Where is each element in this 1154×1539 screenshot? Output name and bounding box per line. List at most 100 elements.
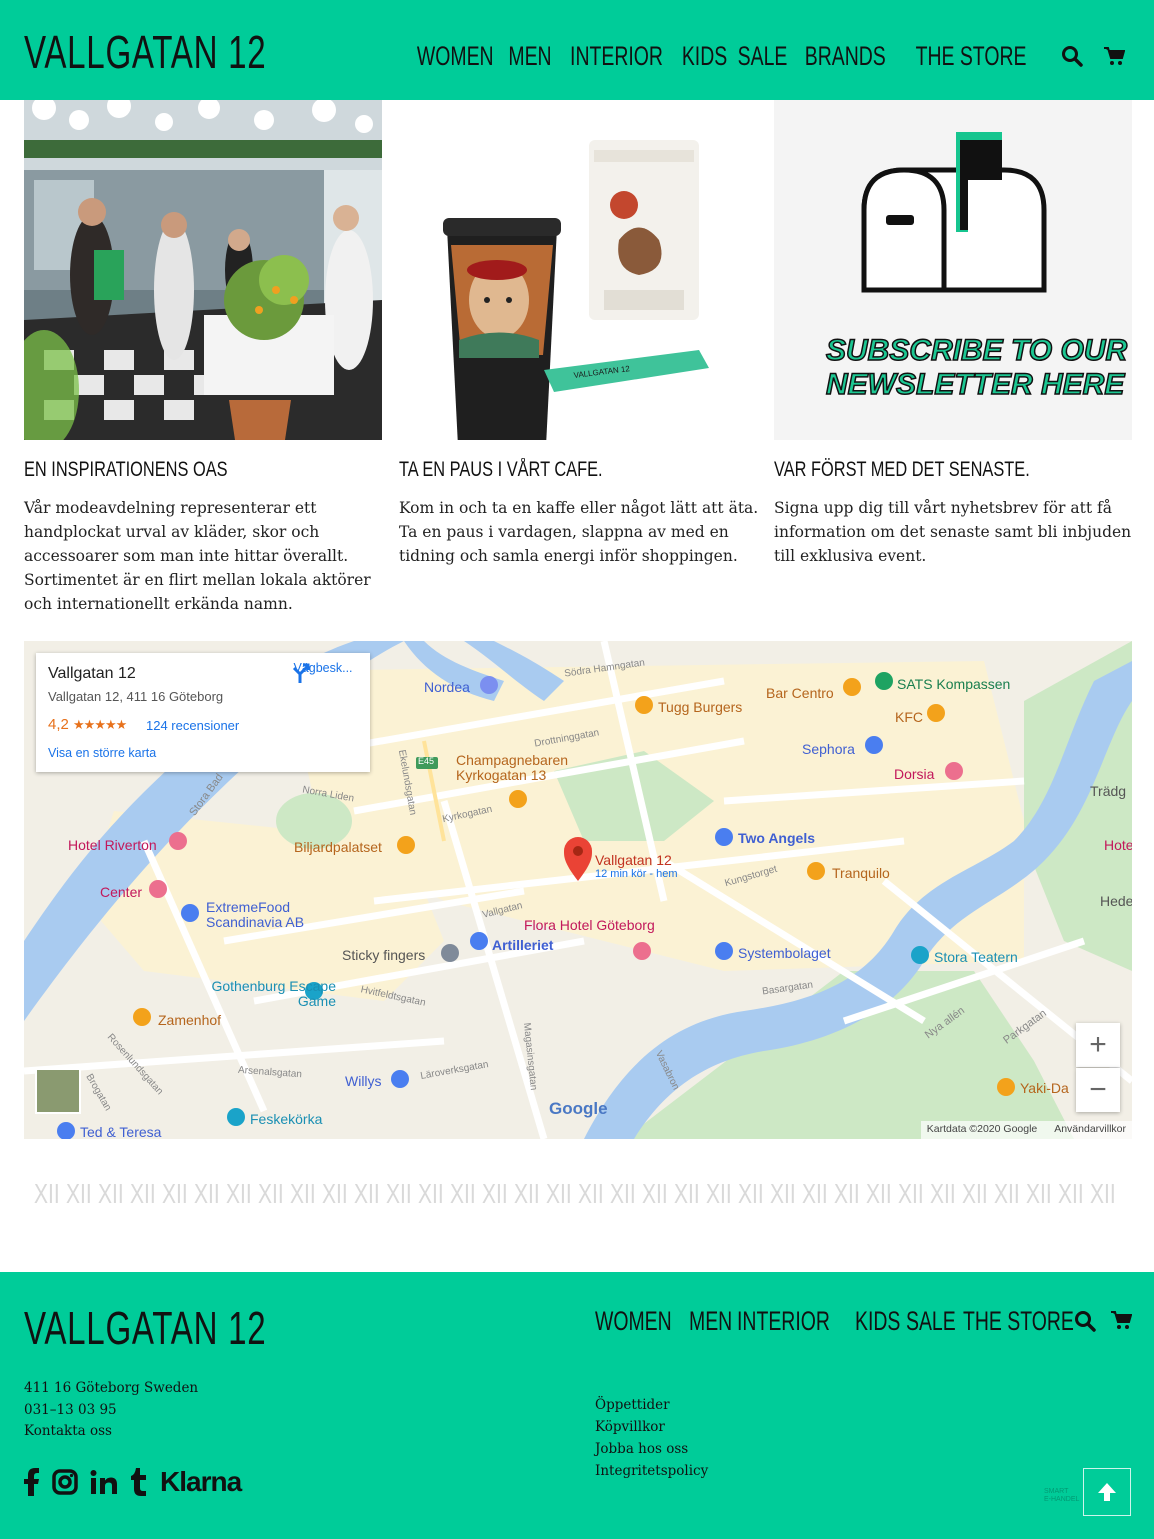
xii-mark: XII (418, 1178, 444, 1209)
cafe-coffee-image[interactable]: VALLGATAN 12 (399, 100, 757, 440)
map-label[interactable]: Hotel Riverton (68, 837, 157, 853)
nav-women[interactable]: WOMEN (417, 41, 494, 72)
footer-link-opening-hours[interactable]: Öppettider (595, 1394, 708, 1416)
map-label[interactable]: Sticky fingers (342, 947, 425, 963)
map-label[interactable]: Tranquilo (832, 865, 890, 881)
xii-mark: XII (450, 1178, 476, 1209)
footer-phone[interactable]: 031–13 03 95 (24, 1400, 198, 1422)
cart-icon[interactable] (1096, 38, 1132, 74)
map-label[interactable]: Yaki-Da (1020, 1080, 1069, 1096)
map-label[interactable]: Zamenhof (158, 1012, 221, 1028)
search-icon[interactable] (1054, 38, 1090, 74)
xii-mark: XII (962, 1178, 988, 1209)
xii-mark: XII (546, 1178, 572, 1209)
linkedin-icon[interactable] (90, 1469, 118, 1495)
xii-mark: XII (706, 1178, 732, 1209)
map-label[interactable]: Champagnebaren Kyrkogatan 13 (456, 753, 586, 783)
nav-men[interactable]: MEN (509, 41, 552, 72)
reviews-link[interactable]: 124 recensioner (146, 718, 239, 733)
map-label[interactable]: Gothenburg Escape Game (206, 979, 336, 1009)
map-label[interactable]: Sephora (802, 741, 855, 757)
xii-mark: XII (642, 1178, 668, 1209)
card-title-cafe: TA EN PAUS I VÅRT CAFE. (399, 458, 603, 481)
xii-mark: XII (834, 1178, 860, 1209)
xii-pattern: XII XII XII XII XII XII XII XII XII XII XII XII XII X… (34, 1178, 1124, 1214)
route-shield: E45 (418, 756, 435, 766)
site-logo[interactable]: VALLGATAN 12 (24, 28, 266, 76)
instagram-icon[interactable] (52, 1469, 78, 1495)
map-label[interactable]: Biljardpalatset (294, 839, 382, 855)
map-terms-link[interactable]: Användarvillkor (1054, 1123, 1126, 1135)
footer-nav-men[interactable]: MEN (689, 1306, 732, 1337)
map-label[interactable]: Tugg Burgers (658, 699, 742, 715)
map-label: Hote (1104, 837, 1132, 853)
footer-nav-interior[interactable]: INTERIOR (737, 1306, 830, 1337)
directions-button[interactable]: Vägbesk... (288, 661, 358, 683)
xii-mark: XII (1090, 1178, 1116, 1209)
zoom-out-button[interactable]: − (1076, 1068, 1120, 1112)
map-label[interactable]: Artilleriet (492, 937, 553, 953)
xii-mark: XII (578, 1178, 604, 1209)
arrow-up-icon (1098, 1483, 1116, 1501)
map-data-credit: Kartdata ©2020 Google (926, 1123, 1038, 1135)
map-label[interactable]: Center (100, 884, 142, 900)
social-links: Klarna (24, 1466, 242, 1498)
map-label[interactable]: Willys (345, 1073, 382, 1089)
footer-address-line: 411 16 Göteborg Sweden (24, 1380, 199, 1396)
map-label[interactable]: Bar Centro (766, 685, 834, 701)
xii-mark: XII (162, 1178, 188, 1209)
place-title: Vallgatan 12 (48, 665, 136, 682)
xii-mark: XII (898, 1178, 924, 1209)
google-map[interactable]: Vallgatan 12 Vallgatan 12, 411 16 Götebo… (24, 641, 1132, 1139)
cart-icon[interactable] (1110, 1310, 1133, 1336)
xii-mark: XII (194, 1178, 220, 1209)
xii-mark: XII (322, 1178, 348, 1209)
card-text-cafe: Kom in och ta en kaffe eller något lätt … (399, 499, 759, 565)
pin-label[interactable]: Vallgatan 12 (595, 852, 672, 868)
footer-link-privacy[interactable]: Integritetspolicy (595, 1460, 708, 1482)
map-label[interactable]: Feskekörka (250, 1111, 322, 1127)
card-title-newsletter: VAR FÖRST MED DET SENASTE. (774, 458, 1030, 481)
footer-link-jobs[interactable]: Jobba hos oss (595, 1438, 708, 1460)
tumblr-icon[interactable] (130, 1468, 148, 1496)
footer-contact-link[interactable]: Kontakta oss (24, 1421, 198, 1443)
xii-mark: XII (66, 1178, 92, 1209)
map-label[interactable]: Flora Hotel Göteborg (524, 917, 655, 933)
search-icon[interactable] (1074, 1310, 1096, 1336)
footer-logo[interactable]: VALLGATAN 12 (24, 1304, 266, 1352)
nav-the-store[interactable]: THE STORE (916, 41, 1027, 72)
nav-brands[interactable]: BRANDS (805, 41, 886, 72)
map-label[interactable]: Systembolaget (738, 945, 831, 961)
map-label[interactable]: SATS Kompassen (897, 676, 1010, 692)
xii-mark: XII (866, 1178, 892, 1209)
zoom-in-button[interactable]: + (1076, 1023, 1120, 1067)
store-interior-image[interactable] (24, 100, 382, 440)
map-label[interactable]: Two Angels (738, 830, 815, 846)
larger-map-link[interactable]: Visa en större karta (48, 746, 156, 760)
footer-nav-sale[interactable]: SALE (906, 1306, 956, 1337)
map-label[interactable]: ExtremeFood Scandinavia AB (206, 900, 336, 930)
footer-address: 411 16 Göteborg Sweden 031–13 03 95 Kont… (24, 1378, 198, 1443)
facebook-icon[interactable] (24, 1468, 40, 1496)
map-label[interactable]: KFC (895, 709, 923, 725)
footer-nav-women[interactable]: WOMEN (595, 1306, 672, 1337)
google-logo: Google (549, 1099, 608, 1118)
map-label[interactable]: Ted & Teresa (80, 1124, 161, 1139)
footer-link-terms[interactable]: Köpvillkor (595, 1416, 708, 1438)
map-attribution: Kartdata ©2020 Google Användarvillkor (920, 1121, 1132, 1139)
xii-mark: XII (482, 1178, 508, 1209)
newsletter-image[interactable]: SUBSCRIBE TO OUR NEWSLETTER HERE (774, 100, 1132, 440)
footer-nav-the-store[interactable]: THE STORE (963, 1306, 1074, 1337)
map-label[interactable]: Nordea (424, 679, 470, 695)
nav-sale[interactable]: SALE (738, 41, 788, 72)
nav-interior[interactable]: INTERIOR (570, 41, 663, 72)
map-label[interactable]: Dorsia (894, 766, 934, 782)
place-address: Vallgatan 12, 411 16 Göteborg (48, 689, 224, 704)
nav-kids[interactable]: KIDS (682, 41, 727, 72)
map-label[interactable]: Stora Teatern (934, 949, 1018, 965)
scroll-to-top-button[interactable] (1083, 1468, 1131, 1516)
footer-nav-kids[interactable]: KIDS (855, 1306, 900, 1337)
place-rating: 4,2 ★★★★★ (48, 716, 127, 733)
xii-mark: XII (1026, 1178, 1052, 1209)
xii-mark: XII (226, 1178, 252, 1209)
